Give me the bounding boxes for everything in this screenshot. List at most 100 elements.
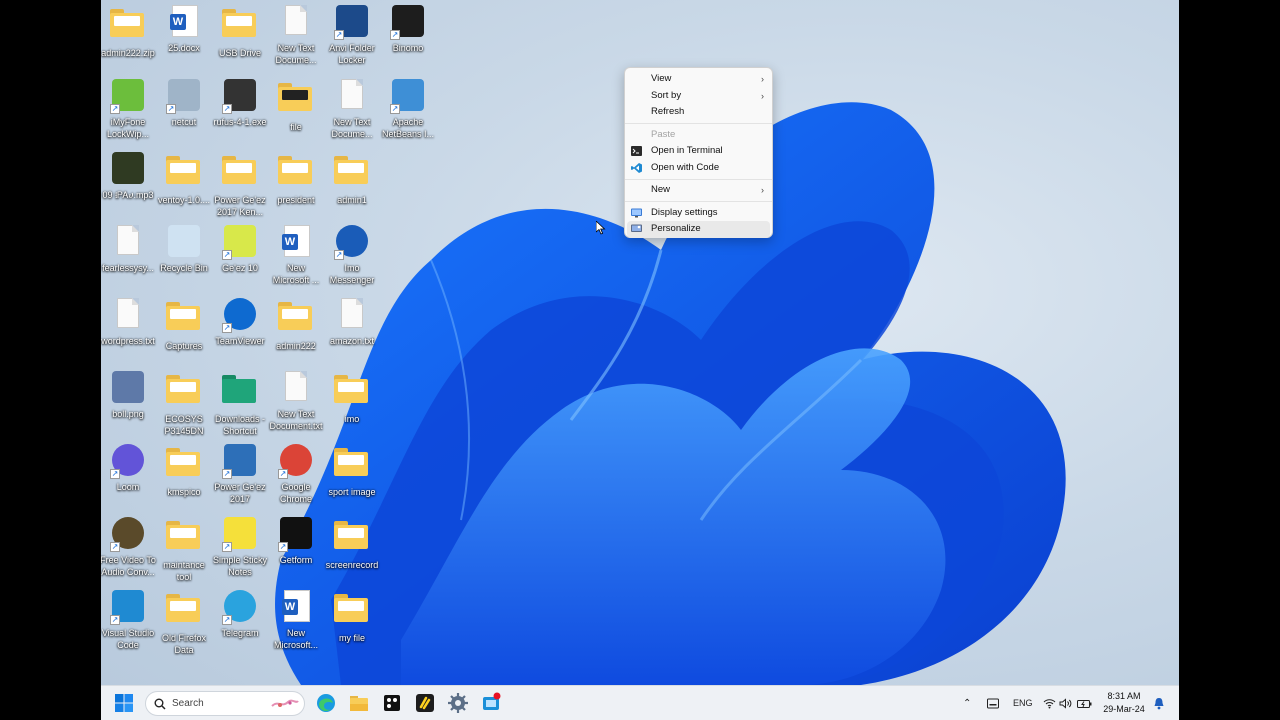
folder-icon — [334, 594, 370, 630]
desktop-icon[interactable]: admin222 — [268, 297, 324, 352]
menu-item-personalize[interactable]: Personalize — [627, 221, 770, 238]
desktop-icon[interactable]: ↗ TeamViewer — [212, 297, 268, 347]
desktop-icon[interactable]: amazon.txt — [324, 297, 380, 347]
desktop-icon-label: Old Firefox Data — [161, 633, 206, 655]
folder-icon — [278, 156, 314, 192]
desktop-icon[interactable]: ↗ Visual Studio Code — [101, 589, 156, 651]
menu-item-sort-by[interactable]: Sort by › — [625, 88, 772, 105]
menu-item-label: View — [651, 73, 672, 84]
scissors-icon: ↗ — [166, 78, 202, 114]
desktop-icon[interactable]: file — [268, 78, 324, 133]
desktop-icon[interactable]: ↗ Loom — [101, 443, 156, 493]
desktop-icon[interactable]: sport image — [324, 443, 380, 498]
desktop-icon[interactable]: my file — [324, 589, 380, 644]
desktop-icon[interactable]: ↗ Simple Sticky Notes — [212, 516, 268, 578]
desktop-icon-label: president — [277, 195, 315, 205]
desktop-icon[interactable]: 09 ᎒ᏢᎪሀ.mp3 — [101, 151, 156, 201]
menu-item-display-settings[interactable]: Display settings — [625, 205, 772, 222]
keyboard-icon[interactable] — [987, 698, 999, 709]
desktop-icon-label: my file — [338, 633, 365, 643]
taskbar: Search ⌃ ENG 8:31 AM 29-Mar-24 — [101, 685, 1179, 720]
desktop-icon[interactable]: maintance tool — [156, 516, 212, 583]
desktop[interactable]: admin222.zip W 25.docx USB Drive New Text Do… — [101, 0, 1179, 720]
desktop-icon[interactable]: ↗ netcut — [156, 78, 212, 128]
menu-separator — [625, 201, 772, 202]
text-doc-icon — [334, 297, 370, 333]
desktop-icon[interactable]: W New Microsoft ... — [268, 224, 324, 286]
desktop-icon[interactable]: W 25.docx — [156, 4, 212, 54]
menu-item-open-with-code[interactable]: Open with Code — [625, 160, 772, 177]
desktop-icon[interactable]: ↗ Apache NetBeans I... — [380, 78, 436, 140]
menu-item-view[interactable]: View › — [625, 71, 772, 88]
wifi-icon[interactable] — [1043, 698, 1056, 709]
snipping-tool-icon[interactable] — [480, 692, 502, 714]
desktop-icon[interactable]: admin1 — [324, 151, 380, 206]
start-icon[interactable] — [113, 692, 135, 714]
getform-icon[interactable] — [381, 692, 403, 714]
desktop-icon[interactable]: kmspico — [156, 443, 212, 498]
desktop-icon[interactable]: Recycle Bin — [156, 224, 212, 274]
desktop-icon[interactable]: ↗ Free Video To Audio Conv... — [101, 516, 156, 578]
desktop-icon[interactable]: imo — [324, 370, 380, 425]
desktop-icon[interactable]: New Text Docume... — [324, 78, 380, 140]
desktop-icon[interactable]: Power Ge'ez 2017 Ken... — [212, 151, 268, 218]
desktop-icon[interactable]: New Text Docume... — [268, 4, 324, 66]
desktop-icon[interactable]: ↗ Getform — [268, 516, 324, 566]
chevron-right-icon: › — [761, 90, 764, 101]
desktop-icon[interactable]: Captures — [156, 297, 212, 352]
battery-icon[interactable] — [1077, 698, 1092, 709]
notification-bell-icon[interactable] — [1153, 697, 1165, 710]
desktop-icon[interactable]: screenrecord — [324, 516, 380, 571]
chevron-right-icon: › — [761, 185, 764, 195]
desktop-icon[interactable]: New Text Document.txt — [268, 370, 324, 432]
folder-icon — [166, 375, 202, 411]
folder-icon — [334, 521, 370, 557]
desktop-icon-label: New Text Docume... — [331, 117, 373, 139]
desktop-icon[interactable]: ↗ Imo Messenger — [324, 224, 380, 286]
text-doc-icon — [110, 297, 146, 333]
menu-item-new[interactable]: New › — [625, 182, 772, 199]
desktop-icon-label: imo — [344, 414, 360, 424]
desktop-icon[interactable]: ↗ Power Ge'ez 2017 — [212, 443, 268, 505]
desktop-icon[interactable]: ↗ Anvi Folder Locker — [324, 4, 380, 66]
desktop-icon[interactable]: ↗ rufus-4-1.exe — [212, 78, 268, 128]
desktop-icon[interactable]: admin222.zip — [101, 4, 156, 59]
language-indicator[interactable]: ENG — [1013, 686, 1033, 720]
edge-icon[interactable] — [315, 692, 337, 714]
desktop-icon-label: Captures — [165, 341, 203, 351]
taskbar-clock[interactable]: 8:31 AM 29-Mar-24 — [1099, 690, 1149, 716]
desktop-icon[interactable]: president — [268, 151, 324, 206]
desktop-icon[interactable]: ↗ Telegram — [212, 589, 268, 639]
desktop-icon[interactable]: boll.png — [101, 370, 156, 420]
desktop-icon[interactable]: USB Drive — [212, 4, 268, 59]
desktop-icon[interactable]: wordpress.txt — [101, 297, 156, 347]
desktop-icon[interactable]: ↗ Google Chrome — [268, 443, 324, 505]
menu-item-label: Sort by — [651, 89, 682, 101]
imo-icon: ↗ — [334, 224, 370, 260]
show-hidden-icons-chevron-icon[interactable]: ⌃ — [963, 686, 971, 720]
desktop-icon[interactable]: Old Firefox Data — [156, 589, 212, 656]
desktop-icon[interactable]: ventoy-1.0.... — [156, 151, 212, 206]
taskbar-search-box[interactable]: Search — [145, 691, 305, 716]
desktop-icon-label: New Text Docume... — [275, 43, 317, 65]
image-icon — [110, 370, 146, 406]
folder-icon — [166, 156, 202, 192]
desktop-icon[interactable]: ECOSYS P3145DN — [156, 370, 212, 437]
file-explorer-icon[interactable] — [348, 692, 370, 714]
settings-icon[interactable] — [447, 692, 469, 714]
volume-icon[interactable] — [1059, 698, 1072, 709]
binomo-icon[interactable] — [414, 692, 436, 714]
menu-item-open-in-terminal[interactable]: Open in Terminal — [625, 143, 772, 160]
desktop-icon[interactable]: ↗ Ge'ez 10 — [212, 224, 268, 274]
desktop-icon[interactable]: ↗ Binomo — [380, 4, 436, 54]
menu-item-label: Display settings — [651, 206, 718, 218]
desktop-icon[interactable]: ↗ iMyFone LockWip... — [101, 78, 156, 140]
usb-stick-icon: ↗ — [222, 78, 258, 114]
folder-icon — [222, 9, 258, 45]
shortcut-arrow-icon: ↗ — [222, 323, 232, 333]
menu-separator — [625, 178, 772, 180]
desktop-icon[interactable]: W New Microsoft... — [268, 589, 324, 651]
desktop-icon[interactable]: Downloads - Shortcut — [212, 370, 268, 437]
desktop-icon[interactable]: fearlessysy... — [101, 224, 156, 274]
menu-item-refresh[interactable]: Refresh — [625, 104, 772, 121]
